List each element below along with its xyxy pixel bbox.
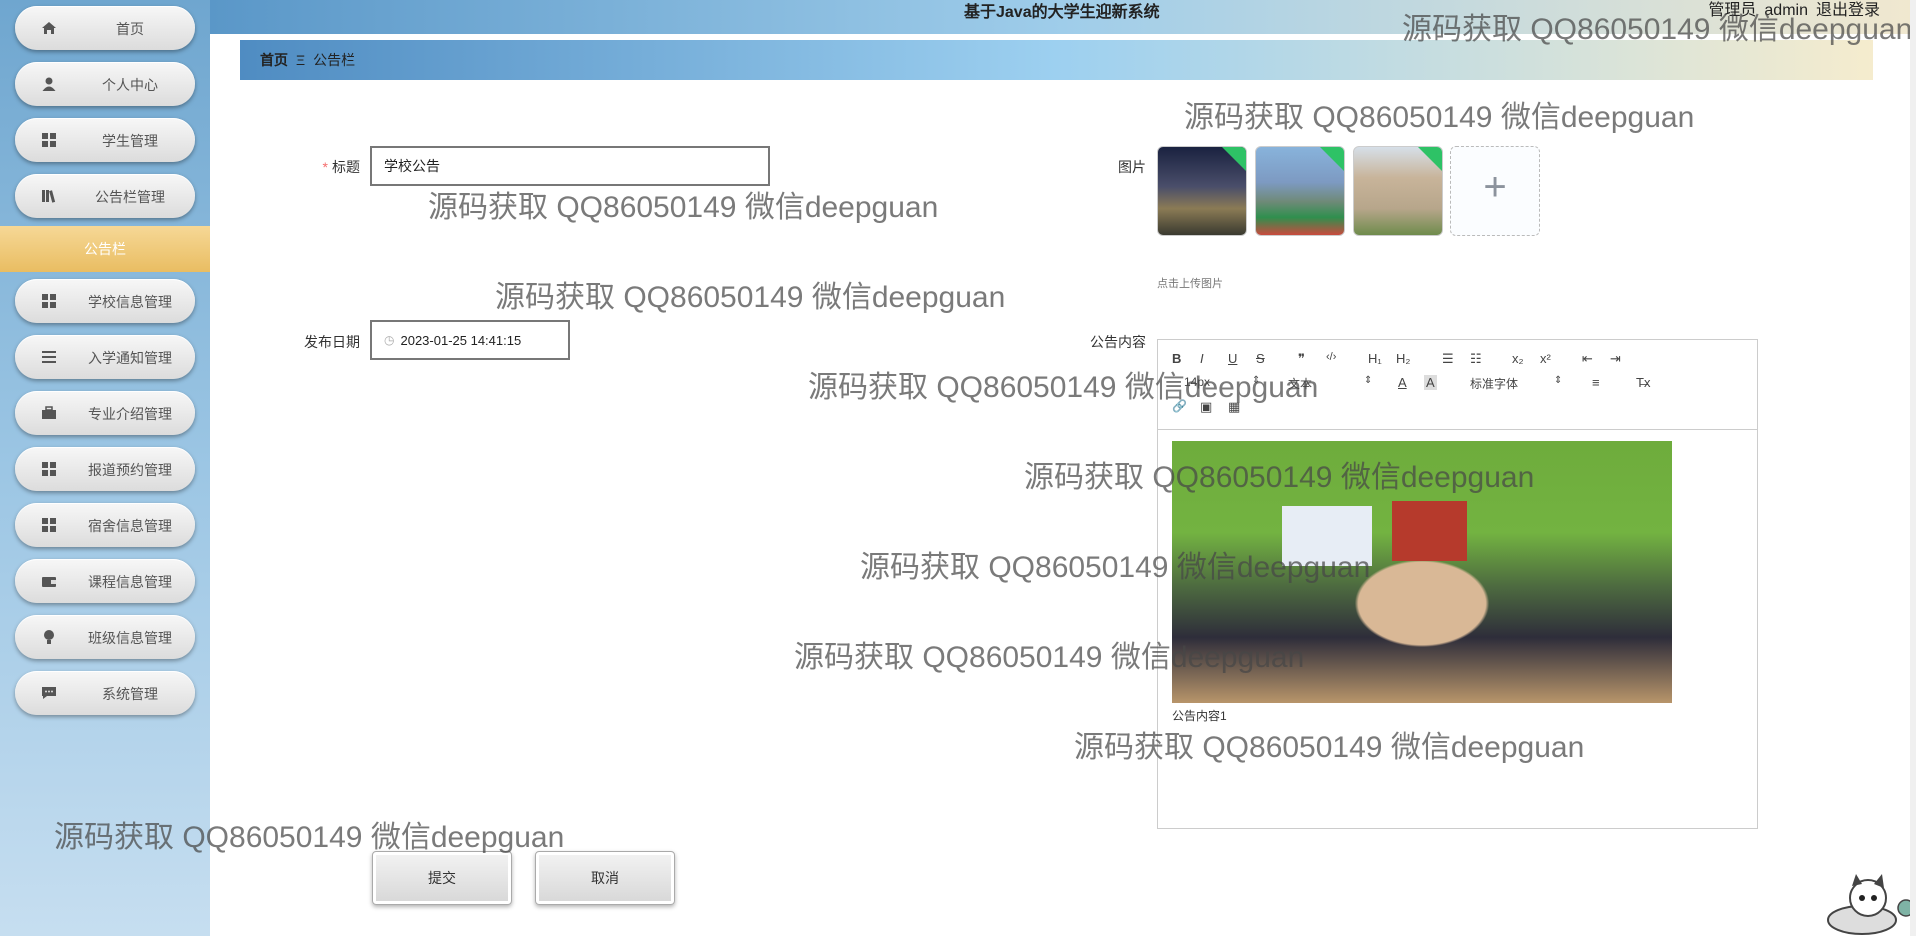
upload-image-button[interactable]: + [1450, 146, 1540, 236]
font-family-arrow-icon: ⇕ [1554, 375, 1563, 386]
watermark: 源码获取 QQ86050149 微信deepguan [428, 191, 939, 224]
background-color-button[interactable]: A [1424, 375, 1437, 390]
watermark: 源码获取 QQ86050149 微信deepguan [1074, 731, 1585, 764]
watermark: 源码获取 QQ86050149 微信deepguan [794, 641, 1305, 674]
sidebar-item-label: 公告栏管理 [95, 189, 165, 205]
content-label: 公告内容 [1090, 334, 1146, 350]
mascot-icon [1827, 874, 1915, 935]
sidebar-item-label: 课程信息管理 [88, 574, 172, 590]
header2-button[interactable]: H₂ [1396, 351, 1410, 366]
briefcase-icon [42, 406, 56, 419]
watermark: 源码获取 QQ86050149 微信deepguan [1402, 13, 1913, 46]
list-icon [42, 351, 56, 363]
date-value: 2023-01-25 14:41:15 [400, 332, 522, 348]
uploaded-image-3[interactable] [1353, 146, 1443, 236]
indent-button[interactable]: ⇥ [1610, 351, 1621, 367]
sidebar-item-system[interactable]: 系统管理 [15, 671, 195, 715]
sidebar-item-label: 宿舍信息管理 [88, 518, 172, 534]
user-icon [42, 77, 56, 91]
watermark: 源码获取 QQ86050149 微信deepguan [54, 821, 565, 854]
header1-button[interactable]: H₁ [1368, 351, 1382, 366]
font-color-button[interactable]: A [1398, 375, 1407, 390]
superscript-button[interactable]: x² [1540, 351, 1551, 366]
sidebar-item-label: 学校信息管理 [88, 294, 172, 310]
align-button[interactable]: ≡ [1592, 375, 1600, 390]
watermark: 源码获取 QQ86050149 微信deepguan [495, 281, 1006, 314]
code-block-button[interactable]: ‹/› [1326, 351, 1336, 363]
sidebar-item-label: 首页 [116, 21, 144, 37]
sidebar-item-profile[interactable]: 个人中心 [15, 62, 195, 106]
sidebar-item-label: 专业介绍管理 [88, 406, 172, 422]
grid-icon [42, 518, 56, 532]
sidebar-item-label: 班级信息管理 [88, 630, 172, 646]
font-select-arrow-icon: ⇕ [1364, 375, 1373, 386]
sidebar-item-courses[interactable]: 课程信息管理 [15, 559, 195, 603]
sidebar-item-students[interactable]: 学生管理 [15, 118, 195, 162]
sidebar-item-bulletin[interactable]: 公告栏管理 [15, 174, 195, 218]
grid-icon [42, 294, 56, 308]
sidebar-subitem-bulletin[interactable]: 公告栏 [0, 226, 210, 272]
home-icon [42, 22, 56, 34]
sidebar: 首页 个人中心 学生管理 公告栏管理 公告栏 学校信息管理 入学通知管理 专业介… [0, 0, 210, 936]
watermark: 源码获取 QQ86050149 微信deepguan [808, 371, 1319, 404]
sidebar-item-admission[interactable]: 入学通知管理 [15, 335, 195, 379]
sidebar-item-booking[interactable]: 报道预约管理 [15, 447, 195, 491]
bulb-icon [44, 630, 54, 644]
plus-icon: + [1483, 165, 1507, 209]
image-label: 图片 [1118, 159, 1146, 175]
sidebar-item-home[interactable]: 首页 [15, 6, 195, 50]
sidebar-item-label: 入学通知管理 [88, 350, 172, 366]
sidebar-item-label: 系统管理 [102, 686, 158, 702]
watermark: 源码获取 QQ86050149 微信deepguan [1184, 101, 1695, 134]
sidebar-item-label: 学生管理 [102, 133, 158, 149]
sidebar-item-label: 报道预约管理 [88, 462, 172, 478]
watermark: 源码获取 QQ86050149 微信deepguan [860, 551, 1371, 584]
title-input[interactable]: 学校公告 [370, 146, 770, 186]
bullet-list-button[interactable]: ☷ [1470, 351, 1482, 367]
clock-icon: ◷ [384, 333, 395, 347]
watermark: 源码获取 QQ86050149 微信deepguan [1024, 461, 1535, 494]
sidebar-item-school[interactable]: 学校信息管理 [15, 279, 195, 323]
sidebar-item-dorm[interactable]: 宿舍信息管理 [15, 503, 195, 547]
photo-screen-right [1392, 501, 1467, 561]
date-label: 发布日期 [304, 334, 360, 350]
sidebar-item-classes[interactable]: 班级信息管理 [15, 615, 195, 659]
subscript-button[interactable]: x₂ [1512, 351, 1524, 366]
chat-icon [42, 687, 56, 699]
uploaded-image-1[interactable] [1157, 146, 1247, 236]
wallet-icon [42, 577, 56, 587]
submit-button[interactable]: 提交 [372, 851, 512, 905]
date-input[interactable]: ◷ 2023-01-25 14:41:15 [370, 320, 570, 360]
breadcrumb-separator: Ξ [296, 52, 306, 68]
title-label: * 标题 [322, 159, 360, 175]
sidebar-item-label: 个人中心 [102, 77, 158, 93]
clean-format-button[interactable]: T̶x [1636, 375, 1650, 390]
font-family-select[interactable]: 标准字体 [1470, 375, 1518, 392]
breadcrumb-home[interactable]: 首页 [260, 50, 288, 70]
scrollbar[interactable] [1910, 0, 1916, 936]
grid-icon [42, 462, 56, 476]
app-title: 基于Java的大学生迎新系统 [964, 4, 1160, 21]
sidebar-item-majors[interactable]: 专业介绍管理 [15, 391, 195, 435]
upload-hint: 点击上传图片 [1157, 278, 1223, 290]
book-icon [42, 190, 56, 203]
ordered-list-button[interactable]: ☰ [1442, 351, 1454, 367]
outdent-button[interactable]: ⇤ [1582, 351, 1593, 367]
uploaded-image-2[interactable] [1255, 146, 1345, 236]
cancel-button[interactable]: 取消 [535, 851, 675, 905]
grid-icon [42, 133, 56, 147]
breadcrumb-current: 公告栏 [313, 52, 356, 68]
